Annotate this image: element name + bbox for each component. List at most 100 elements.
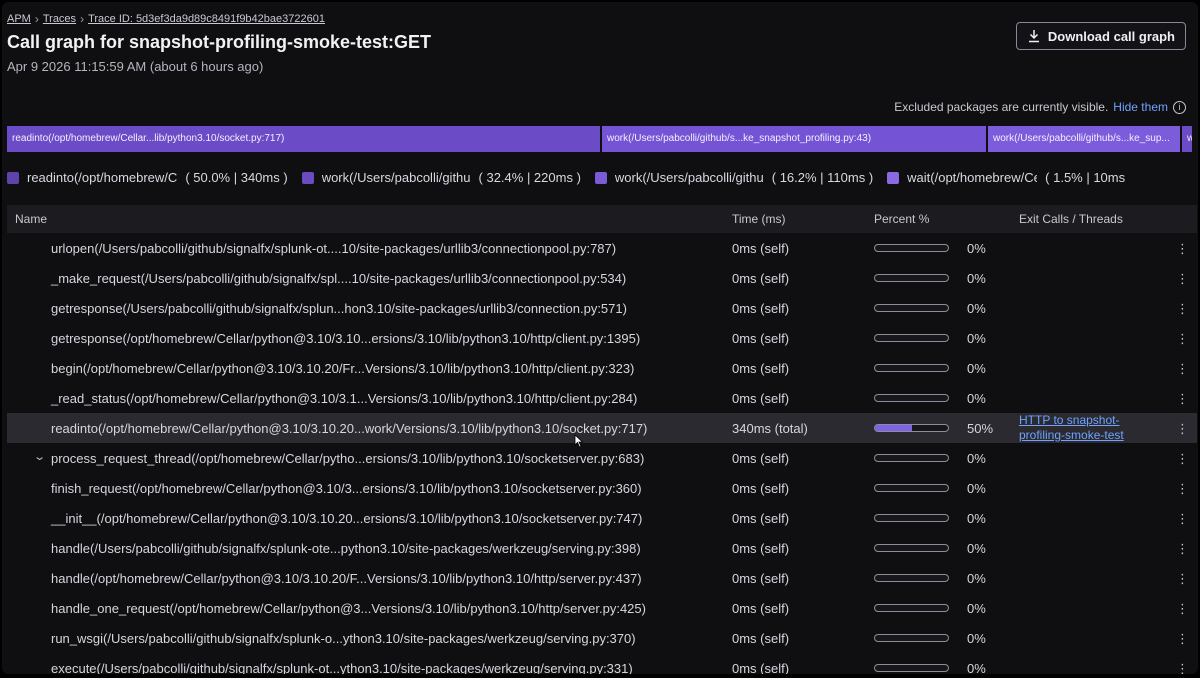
more-options-icon[interactable]: ⋮	[1176, 631, 1189, 647]
legend-name: work(/Users/pabcolli/githu	[614, 170, 764, 185]
legend-stats: ( 50.0% | 340ms )	[185, 170, 288, 185]
table-row[interactable]: _make_request(/Users/pabcolli/github/sig…	[7, 263, 1197, 293]
table-row[interactable]: __init__(/opt/homebrew/Cellar/python@3.1…	[7, 503, 1197, 533]
legend-name: work(/Users/pabcolli/githu	[321, 170, 471, 185]
table-row[interactable]: run_wsgi(/Users/pabcolli/github/signalfx…	[7, 623, 1197, 653]
percent-cell: 0%	[869, 451, 1014, 466]
hide-them-link[interactable]: Hide them	[1113, 100, 1168, 114]
time-cell: 0ms (self)	[732, 360, 790, 376]
time-cell: 0ms (self)	[732, 510, 790, 526]
function-name-cell: urlopen(/Users/pabcolli/github/signalfx/…	[7, 241, 727, 256]
table-row[interactable]: readinto(/opt/homebrew/Cellar/python@3.1…	[7, 413, 1197, 443]
function-name: handle(/opt/homebrew/Cellar/python@3.10/…	[51, 570, 642, 586]
legend-swatch	[594, 171, 607, 184]
percent-cell: 0%	[869, 481, 1014, 496]
time-cell: 0ms (self)	[732, 540, 790, 556]
legend-item[interactable]: readinto(/opt/homebrew/C ( 50.0% | 340ms …	[7, 170, 288, 185]
time-cell: 0ms (self)	[732, 330, 790, 346]
legend-item[interactable]: work(/Users/pabcolli/githu ( 16.2% | 110m…	[594, 170, 874, 185]
percent-value: 0%	[967, 450, 986, 466]
more-options-icon[interactable]: ⋮	[1176, 451, 1189, 467]
percent-cell: 0%	[869, 631, 1014, 646]
time-cell: 0ms (self)	[732, 450, 790, 466]
more-options-icon[interactable]: ⋮	[1176, 271, 1189, 287]
percent-bar-fill	[875, 425, 912, 431]
more-options-icon[interactable]: ⋮	[1176, 571, 1189, 587]
more-options-icon[interactable]: ⋮	[1176, 301, 1189, 317]
time-cell: 0ms (self)	[732, 300, 790, 316]
function-name: readinto(/opt/homebrew/Cellar/python@3.1…	[51, 420, 648, 436]
percent-bar	[874, 484, 949, 492]
more-options-icon[interactable]: ⋮	[1176, 661, 1189, 674]
percent-bar	[874, 394, 949, 402]
table-row[interactable]: getresponse(/Users/pabcolli/github/signa…	[7, 293, 1197, 323]
chevron-down-icon[interactable]: ⌄	[33, 451, 46, 463]
legend-swatch	[887, 171, 900, 184]
percent-cell: 0%	[869, 301, 1014, 316]
function-name: finish_request(/opt/homebrew/Cellar/pyth…	[51, 480, 642, 496]
percent-bar	[874, 424, 949, 432]
function-name-cell: handle(/opt/homebrew/Cellar/python@3.10/…	[7, 571, 727, 586]
function-name: execute(/Users/pabcolli/github/signalfx/…	[51, 660, 633, 675]
flame-segment[interactable]: readinto(/opt/homebrew/Cellar...lib/pyth…	[7, 126, 600, 152]
table-row[interactable]: ⌄ process_request_thread(/opt/homebrew/Ce…	[7, 443, 1197, 473]
flame-graph: readinto(/opt/homebrew/Cellar...lib/pyth…	[7, 126, 1192, 152]
table-row[interactable]: finish_request(/opt/homebrew/Cellar/pyth…	[7, 473, 1197, 503]
column-header-percent[interactable]: Percent %	[869, 212, 1014, 226]
function-name: handle_one_request(/opt/homebrew/Cellar/…	[51, 600, 646, 616]
percent-value: 50%	[967, 420, 994, 436]
more-options-icon[interactable]: ⋮	[1176, 241, 1189, 257]
more-options-icon[interactable]: ⋮	[1176, 601, 1189, 617]
percent-cell: 0%	[869, 541, 1014, 556]
legend-item[interactable]: wait(/opt/homebrew/Cellar/p ( 1.5% | 10ms	[887, 170, 1125, 185]
percent-bar	[874, 574, 949, 582]
exit-call-link[interactable]: HTTP to snapshot-profiling-smoke-test	[1019, 413, 1149, 443]
table-row[interactable]: _read_status(/opt/homebrew/Cellar/python…	[7, 383, 1197, 413]
table-row[interactable]: handle_one_request(/opt/homebrew/Cellar/…	[7, 593, 1197, 623]
column-header-name[interactable]: Name	[7, 212, 727, 226]
mouse-cursor-icon	[574, 434, 584, 448]
download-call-graph-button[interactable]: Download call graph	[1015, 22, 1186, 50]
flame-segment[interactable]: work(/Users/pabcolli/github/s...ke_sup..…	[988, 126, 1180, 152]
percent-value: 0%	[967, 360, 986, 376]
percent-cell: 0%	[869, 241, 1014, 256]
flame-segment[interactable]: work(/Users/pabcolli/github/s...ke_snaps…	[602, 126, 986, 152]
legend-name: readinto(/opt/homebrew/C	[27, 170, 178, 185]
more-options-icon[interactable]: ⋮	[1176, 511, 1189, 527]
time-cell: 340ms (total)	[732, 420, 808, 436]
function-name: urlopen(/Users/pabcolli/github/signalfx/…	[51, 240, 617, 256]
time-cell: 0ms (self)	[732, 240, 790, 256]
breadcrumb-apm[interactable]: APM	[7, 13, 31, 25]
percent-value: 0%	[967, 510, 986, 526]
table-row[interactable]: handle(/Users/pabcolli/github/signalfx/s…	[7, 533, 1197, 563]
legend-stats: ( 16.2% | 110ms )	[771, 170, 874, 185]
percent-bar	[874, 604, 949, 612]
more-options-icon[interactable]: ⋮	[1176, 361, 1189, 377]
more-options-icon[interactable]: ⋮	[1176, 331, 1189, 347]
percent-bar	[874, 304, 949, 312]
table-row[interactable]: getresponse(/opt/homebrew/Cellar/python@…	[7, 323, 1197, 353]
percent-value: 0%	[967, 240, 986, 256]
table-row[interactable]: execute(/Users/pabcolli/github/signalfx/…	[7, 653, 1197, 675]
download-button-label: Download call graph	[1047, 28, 1175, 44]
function-name-cell: finish_request(/opt/homebrew/Cellar/pyth…	[7, 481, 727, 496]
more-options-icon[interactable]: ⋮	[1176, 541, 1189, 557]
table-row[interactable]: handle(/opt/homebrew/Cellar/python@3.10/…	[7, 563, 1197, 593]
more-options-icon[interactable]: ⋮	[1176, 391, 1189, 407]
breadcrumb-traces[interactable]: Traces	[43, 13, 76, 25]
more-options-icon[interactable]: ⋮	[1176, 421, 1189, 437]
page-subtitle-timestamp: Apr 9 2026 11:15:59 AM (about 6 hours ag…	[7, 59, 264, 74]
function-name-cell: getresponse(/Users/pabcolli/github/signa…	[7, 301, 727, 316]
function-name-cell: __init__(/opt/homebrew/Cellar/python@3.1…	[7, 511, 727, 526]
legend-name: wait(/opt/homebrew/Cellar/p	[907, 170, 1037, 185]
flame-segment[interactable]: w...	[1182, 126, 1192, 152]
table-row[interactable]: begin(/opt/homebrew/Cellar/python@3.10/3…	[7, 353, 1197, 383]
table-row[interactable]: urlopen(/Users/pabcolli/github/signalfx/…	[7, 233, 1197, 263]
legend-item[interactable]: work(/Users/pabcolli/githu ( 32.4% | 220m…	[301, 170, 581, 185]
breadcrumb-trace-id[interactable]: Trace ID: 5d3ef3da9d89c8491f9b42bae37226…	[88, 13, 325, 25]
info-icon[interactable]: i	[1173, 100, 1186, 114]
column-header-time[interactable]: Time (ms)	[727, 212, 869, 226]
column-header-exit-calls[interactable]: Exit Calls / Threads	[1014, 212, 1123, 226]
excluded-packages-notice: Excluded packages are currently visible.…	[894, 100, 1186, 114]
more-options-icon[interactable]: ⋮	[1176, 481, 1189, 497]
